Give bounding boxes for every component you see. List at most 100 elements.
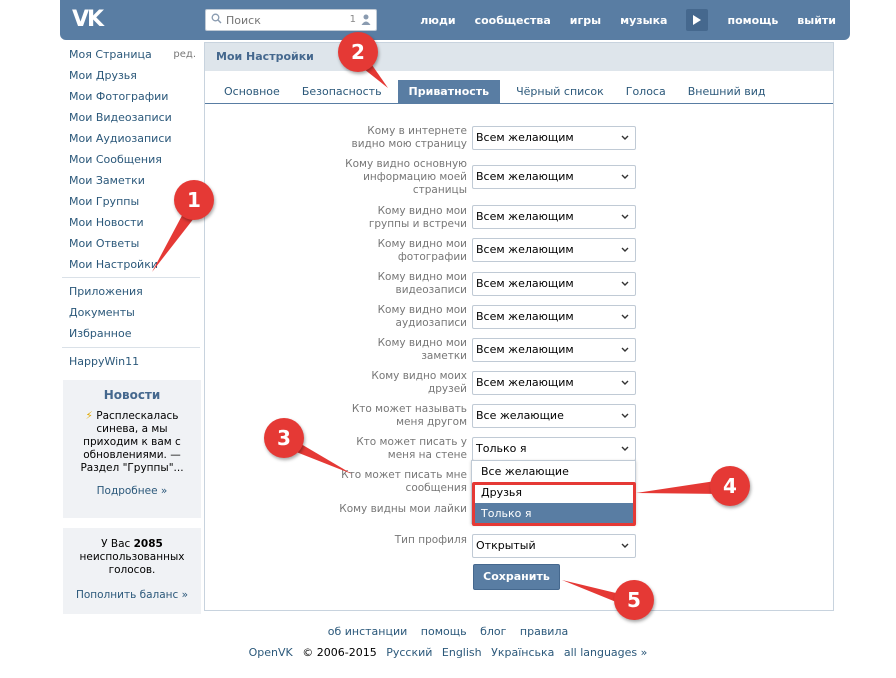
sidebar-item-audios[interactable]: Мои Аудиозаписи (62, 128, 200, 149)
footer-link-blog[interactable]: блог (480, 625, 506, 638)
sidebar-item-label: Моя Страница (69, 48, 152, 61)
sidebar-item-documents[interactable]: Документы (62, 302, 200, 323)
privacy-select[interactable]: Всем желающим (472, 126, 636, 150)
lang-ukrainian[interactable]: Українська (491, 646, 554, 659)
chevron-down-icon (621, 446, 629, 451)
select-value: Только я (476, 442, 527, 455)
privacy-select[interactable]: Все желающие (472, 404, 636, 428)
top-up-link[interactable]: Пополнить баланс » (69, 589, 195, 602)
vk-logo[interactable]: VK (72, 6, 112, 34)
privacy-select[interactable]: Всем желающим (472, 305, 636, 329)
select-value: Всем желающим (476, 376, 574, 389)
privacy-label: Тип профиля (394, 534, 467, 546)
dropdown-option[interactable]: Все желающие (472, 461, 635, 482)
person-icon (361, 14, 371, 25)
tab-blacklist[interactable]: Чёрный список (505, 80, 615, 103)
chevron-down-icon (621, 380, 629, 385)
sidebar-item-photos[interactable]: Мои Фотографии (62, 86, 200, 107)
nav-logout[interactable]: выйти (797, 14, 836, 27)
wall-privacy-select[interactable]: Только я (472, 437, 636, 461)
chevron-down-icon (621, 413, 629, 418)
privacy-label: Кому видно мои фотографии (377, 238, 467, 263)
nav-games[interactable]: игры (570, 14, 601, 27)
footer-link-help[interactable]: помощь (421, 625, 467, 638)
play-button[interactable] (686, 9, 709, 31)
settings-tabs: Основное Безопасность Приватность Чёрный… (205, 80, 833, 104)
privacy-label: Кто может называть меня другом (351, 403, 467, 428)
sidebar-divider (62, 277, 200, 278)
sidebar-item-my-page[interactable]: Моя Страница ред. (62, 44, 200, 65)
nav-help[interactable]: помощь (727, 14, 778, 27)
privacy-label: Кому видно моих друзей (371, 370, 467, 395)
chevron-down-icon (621, 214, 629, 219)
privacy-select[interactable]: Всем желающим (472, 371, 636, 395)
nav-music[interactable]: музыка (620, 14, 667, 27)
chevron-down-icon (621, 281, 629, 286)
search-box[interactable]: 1 (205, 9, 377, 31)
footer-brand[interactable]: OpenVK (249, 646, 293, 659)
select-value: Всем желающим (476, 310, 574, 323)
tab-security[interactable]: Безопасность (291, 80, 393, 103)
privacy-label: Кому в интернете видно мою страницу (351, 125, 467, 150)
footer-copyright: OpenVK © 2006-2015 Русский English Украї… (0, 646, 896, 659)
news-text: ⚡ Расплескалась синева, а мы приходим к … (69, 410, 195, 475)
select-value: Всем желающим (476, 243, 574, 256)
lightning-icon: ⚡ (85, 410, 93, 422)
page-title: Мои Настройки (205, 43, 833, 71)
news-more-link[interactable]: Подробнее » (69, 485, 195, 497)
sidebar-item-favorites[interactable]: Избранное (62, 323, 200, 344)
privacy-select[interactable]: Всем желающим (472, 272, 636, 296)
votes-text: У Вас 2085 неиспользованных голосов. (69, 538, 195, 577)
search-people-count: 1 (349, 14, 356, 25)
select-value: Всем желающим (476, 277, 574, 290)
select-value: Всем желающим (476, 131, 574, 144)
sidebar-item-answers[interactable]: Мои Ответы (62, 233, 200, 254)
privacy-select[interactable]: Всем желающим (472, 238, 636, 262)
annotation-badge-1: 1 (174, 180, 214, 220)
footer-copyright-text: © 2006-2015 (302, 646, 377, 659)
edit-link[interactable]: ред. (173, 44, 196, 65)
select-value: Всем желающим (476, 170, 574, 183)
privacy-label: Кому видно мои группы и встречи (368, 205, 467, 230)
footer-link-rules[interactable]: правила (520, 625, 568, 638)
select-value: Открытый (476, 539, 536, 552)
sidebar-item-settings[interactable]: Мои Настройки (62, 254, 200, 275)
chevron-down-icon (621, 347, 629, 352)
lang-english[interactable]: English (442, 646, 482, 659)
privacy-select[interactable]: Всем желающим (472, 165, 636, 189)
sidebar-item-apps[interactable]: Приложения (62, 281, 200, 302)
privacy-label: Кому видно мои видеозаписи (377, 271, 467, 296)
footer-links: об инстанции помощь блог правила (0, 625, 896, 638)
search-icon (211, 13, 222, 24)
sidebar-item-friends[interactable]: Мои Друзья (62, 65, 200, 86)
tab-appearance[interactable]: Внешний вид (677, 80, 777, 103)
news-box: Новости ⚡ Расплескалась синева, а мы при… (63, 380, 201, 518)
news-title: Новости (103, 388, 161, 402)
lang-russian[interactable]: Русский (386, 646, 432, 659)
save-button[interactable]: Сохранить (473, 564, 560, 590)
annotation-badge-4: 4 (710, 466, 750, 506)
privacy-label: Кому видны мои лайки (339, 503, 467, 515)
annotation-badge-3: 3 (264, 418, 304, 458)
privacy-select[interactable]: Всем желающим (472, 205, 636, 229)
news-body: Расплескалась синева, а мы приходим к ва… (80, 410, 184, 474)
search-input[interactable] (224, 12, 344, 28)
tab-general[interactable]: Основное (213, 80, 291, 103)
lang-all[interactable]: all languages » (564, 646, 648, 659)
footer-link-about[interactable]: об инстанции (328, 625, 408, 638)
highlight-box (472, 482, 636, 526)
annotation-badge-5: 5 (614, 580, 654, 620)
tab-votes[interactable]: Голоса (615, 80, 677, 103)
select-value: Все желающие (476, 409, 564, 422)
sidebar-item-videos[interactable]: Мои Видеозаписи (62, 107, 200, 128)
nav-people[interactable]: люди (420, 14, 455, 27)
sidebar-item-messages[interactable]: Мои Сообщения (62, 149, 200, 170)
privacy-select[interactable]: Всем желающим (472, 338, 636, 362)
play-icon (693, 15, 702, 25)
sidebar-item-user[interactable]: HappyWin11 (62, 351, 200, 372)
profile-type-select[interactable]: Открытый (472, 534, 636, 558)
sidebar-item-news[interactable]: Мои Новости (62, 212, 200, 233)
nav-communities[interactable]: сообщества (475, 14, 551, 27)
votes-box: У Вас 2085 неиспользованных голосов. Поп… (63, 528, 201, 614)
tab-privacy[interactable]: Приватность (397, 80, 501, 103)
